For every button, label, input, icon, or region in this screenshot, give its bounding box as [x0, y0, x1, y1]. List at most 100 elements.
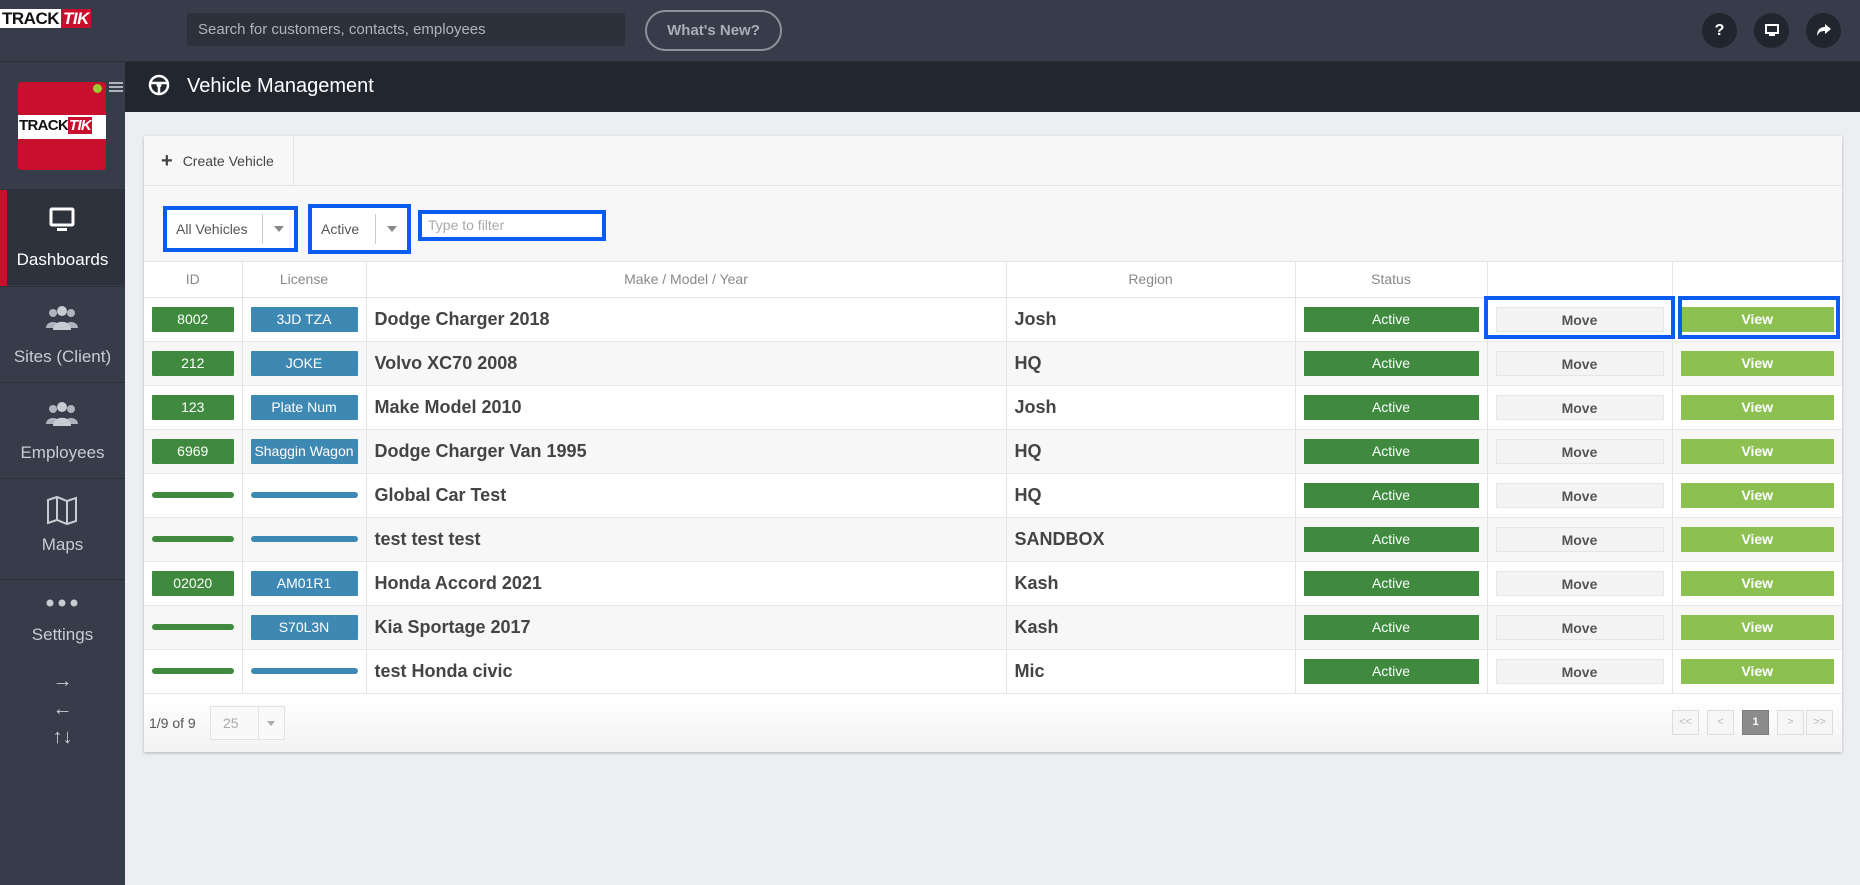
- column-header-make-model-year[interactable]: Make / Model / Year: [365, 262, 1006, 298]
- brand-tik-text: TIK: [61, 9, 91, 28]
- prev-page-button[interactable]: <: [1707, 710, 1734, 735]
- table-row[interactable]: 02020 AM01R1 Honda Accord 2021 Kash Active Mo…: [144, 561, 1842, 606]
- next-page-button[interactable]: >: [1777, 710, 1804, 735]
- vehicle-type-select[interactable]: All Vehicles: [163, 206, 298, 252]
- arrow-updown-icon[interactable]: ↑↓: [0, 723, 125, 751]
- table-row[interactable]: 6969 Shaggin Wagon Dodge Charger Van 1995 H…: [144, 429, 1842, 474]
- move-button[interactable]: Move: [1495, 658, 1664, 684]
- column-header-status[interactable]: Status: [1294, 262, 1487, 298]
- view-button[interactable]: View: [1680, 614, 1834, 640]
- move-button[interactable]: Move: [1495, 394, 1664, 420]
- arrow-left-icon[interactable]: ←: [0, 695, 125, 723]
- page-1-button[interactable]: 1: [1742, 710, 1769, 735]
- view-button[interactable]: View: [1680, 394, 1834, 420]
- move-button[interactable]: Move: [1495, 526, 1664, 552]
- record-count: 1/9 of 9: [149, 715, 196, 731]
- status-badge: Active: [1303, 306, 1479, 332]
- view-button[interactable]: View: [1680, 306, 1834, 332]
- logo-track-text: TRACK: [19, 117, 69, 134]
- vehicle-id-badge: 6969: [152, 438, 234, 464]
- status-cell: Active: [1294, 517, 1487, 562]
- make-model-cell: Make Model 2010: [365, 385, 1006, 430]
- table-row[interactable]: 8002 3JD TZA Dodge Charger 2018 Josh Active M…: [144, 297, 1842, 342]
- table-row[interactable]: Global Car Test HQ Active Move View: [144, 473, 1842, 518]
- table-row[interactable]: test Honda civic Mic Active Move View: [144, 649, 1842, 694]
- region-cell: HQ: [1005, 429, 1295, 474]
- status-cell: Active: [1294, 385, 1487, 430]
- region-cell: HQ: [1005, 473, 1295, 518]
- sidebar-item-settings[interactable]: Settings: [0, 579, 125, 675]
- region-cell: HQ: [1005, 341, 1295, 386]
- sidebar-item-sites-client[interactable]: Sites (Client): [0, 286, 125, 382]
- move-button[interactable]: Move: [1495, 438, 1664, 464]
- monitor-icon[interactable]: [1754, 13, 1789, 48]
- license-cell: Plate Num: [241, 385, 366, 430]
- status-cell: Active: [1294, 297, 1487, 342]
- menu-toggle-icon[interactable]: [109, 82, 123, 94]
- id-cell: [144, 517, 242, 562]
- view-button[interactable]: View: [1680, 658, 1834, 684]
- help-icon[interactable]: ?: [1702, 13, 1737, 48]
- move-button[interactable]: Move: [1495, 614, 1664, 640]
- license-cell: JOKE: [241, 341, 366, 386]
- move-button[interactable]: Move: [1495, 306, 1664, 332]
- make-model-year: Global Car Test: [374, 484, 507, 505]
- license-cell: [241, 517, 366, 562]
- region-name: HQ: [1014, 352, 1042, 373]
- id-cell: 123: [144, 385, 242, 430]
- make-model-cell: Dodge Charger Van 1995: [365, 429, 1006, 474]
- page-size-select[interactable]: 25: [210, 706, 285, 740]
- status-cell: Active: [1294, 429, 1487, 474]
- region-cell: Josh: [1005, 385, 1295, 430]
- column-header-id[interactable]: ID: [144, 262, 242, 298]
- sidebar-collapse-arrows[interactable]: → ← ↑↓: [0, 667, 125, 751]
- column-header-license[interactable]: License: [241, 262, 366, 298]
- table-row[interactable]: test test test SANDBOX Active Move View: [144, 517, 1842, 562]
- monitor-icon: [49, 207, 75, 231]
- status-badge: Active: [1303, 658, 1479, 684]
- sidebar-item-dashboards[interactable]: Dashboards: [0, 189, 125, 286]
- move-button[interactable]: Move: [1495, 570, 1664, 596]
- view-button[interactable]: View: [1680, 482, 1834, 508]
- view-button[interactable]: View: [1680, 350, 1834, 376]
- table-row[interactable]: S70L3N Kia Sportage 2017 Kash Active Move Vie…: [144, 605, 1842, 650]
- view-cell: View: [1671, 649, 1842, 694]
- move-button[interactable]: Move: [1495, 350, 1664, 376]
- make-model-cell: Kia Sportage 2017: [365, 605, 1006, 650]
- steering-wheel-icon: [148, 74, 170, 96]
- view-button[interactable]: View: [1680, 526, 1834, 552]
- view-cell: View: [1671, 473, 1842, 518]
- create-vehicle-button[interactable]: + Create Vehicle: [144, 136, 294, 186]
- filter-input[interactable]: Type to filter: [418, 210, 606, 241]
- whats-new-button[interactable]: What's New?: [645, 10, 782, 51]
- status-badge: Active: [1303, 526, 1479, 552]
- make-model-year: Make Model 2010: [374, 396, 522, 417]
- first-page-button[interactable]: <<: [1672, 710, 1699, 735]
- status-select[interactable]: Active: [308, 204, 411, 254]
- license-cell: Shaggin Wagon: [241, 429, 366, 474]
- view-button[interactable]: View: [1680, 570, 1834, 596]
- move-cell: Move: [1486, 429, 1672, 474]
- table-row[interactable]: 123 Plate Num Make Model 2010 Josh Active Mov…: [144, 385, 1842, 430]
- table-footer: 1/9 of 9 25 << < 1 > >>: [144, 696, 1842, 752]
- make-model-cell: test test test: [365, 517, 1006, 562]
- chevron-down-icon: [375, 214, 407, 244]
- view-button[interactable]: View: [1680, 438, 1834, 464]
- region-name: Josh: [1014, 308, 1057, 329]
- arrow-right-icon[interactable]: →: [0, 667, 125, 695]
- view-cell: View: [1671, 385, 1842, 430]
- share-icon[interactable]: [1806, 13, 1841, 48]
- table-row[interactable]: 212 JOKE Volvo XC70 2008 HQ Active Move View: [144, 341, 1842, 386]
- move-cell: Move: [1486, 473, 1672, 518]
- column-header-region[interactable]: Region: [1005, 262, 1295, 298]
- sidebar-item-employees[interactable]: Employees: [0, 382, 125, 478]
- move-cell: Move: [1486, 605, 1672, 650]
- brand-logo[interactable]: TRACK TIK: [0, 9, 91, 28]
- logo-tik-text: TIK: [68, 117, 93, 134]
- global-search-input[interactable]: Search for customers, contacts, employee…: [187, 13, 625, 46]
- sidebar: TRACKTIK Dashboards Sites (Client) Emplo…: [0, 62, 125, 885]
- move-button[interactable]: Move: [1495, 482, 1664, 508]
- sidebar-item-maps[interactable]: Maps: [0, 478, 125, 574]
- make-model-cell: Honda Accord 2021: [365, 561, 1006, 606]
- last-page-button[interactable]: >>: [1806, 710, 1833, 735]
